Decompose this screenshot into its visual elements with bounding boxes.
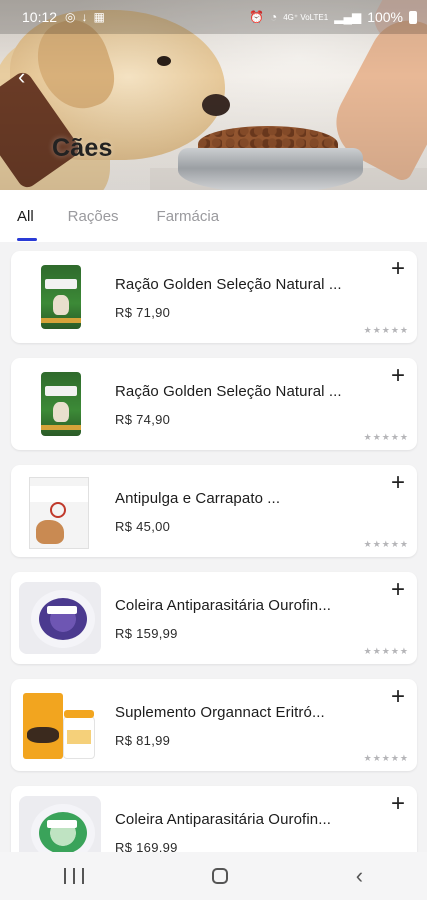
battery-percentage: 100% [367, 9, 403, 25]
rating-stars: ★★★★★ [363, 753, 409, 763]
status-notification-icons: ◎ ↓ ▦ [65, 10, 105, 24]
supplement-box-image [23, 693, 63, 759]
tab-label: Farmácia [156, 207, 220, 225]
tab-racoes[interactable]: Rações [68, 190, 119, 242]
collar-image [19, 796, 101, 852]
product-name: Ração Golden Seleção Natural ... [115, 383, 342, 400]
product-price: R$ 74,90 [115, 412, 171, 427]
add-to-cart-button[interactable]: + [388, 685, 408, 709]
download-icon: ↓ [81, 10, 88, 24]
product-image [17, 366, 103, 442]
plus-icon: + [390, 362, 405, 389]
product-image [17, 687, 103, 763]
tab-label: All [17, 207, 34, 225]
add-to-cart-button[interactable]: + [388, 792, 408, 816]
plus-icon: + [390, 469, 405, 496]
product-card[interactable]: Ração Golden Seleção Natural ... R$ 71,9… [11, 251, 417, 343]
plus-icon: + [390, 683, 405, 710]
product-card[interactable]: Ração Golden Seleção Natural ... R$ 74,9… [11, 358, 417, 450]
rating-stars: ★★★★★ [363, 432, 409, 442]
product-name: Coleira Antiparasitária Ourofin... [115, 811, 331, 828]
product-card[interactable]: Suplemento Organnact Eritró... R$ 81,99 … [11, 679, 417, 771]
product-name: Antipulga e Carrapato ... [115, 490, 281, 507]
product-list[interactable]: Ração Golden Seleção Natural ... R$ 71,9… [0, 242, 427, 852]
rating-stars: ★★★★★ [363, 646, 409, 656]
add-to-cart-button[interactable]: + [388, 364, 408, 388]
alarm-icon: ⏰ [249, 10, 264, 24]
product-image [17, 259, 103, 335]
category-tabs: All Rações Farmácia [0, 190, 427, 242]
dog-food-bag-image [41, 265, 81, 329]
calendar-icon: ▦ [93, 10, 105, 24]
status-bar: 10:12 ◎ ↓ ▦ ⏰ ◔ 4G⁺ VoLTE1 ▂▄▆ 100% [0, 0, 427, 34]
product-name: Ração Golden Seleção Natural ... [115, 276, 342, 293]
page-title: Cães [52, 134, 113, 162]
product-name: Suplemento Organnact Eritró... [115, 704, 325, 721]
add-to-cart-button[interactable]: + [388, 578, 408, 602]
plus-icon: + [390, 576, 405, 603]
tab-active-indicator [17, 238, 37, 241]
product-price: R$ 169,99 [115, 840, 178, 852]
product-price: R$ 71,90 [115, 305, 171, 320]
rating-stars: ★★★★★ [363, 325, 409, 335]
back-button[interactable]: ‹ [18, 66, 40, 88]
chevron-left-icon: ‹ [18, 64, 26, 89]
tab-label: Rações [67, 207, 119, 225]
add-to-cart-button[interactable]: + [388, 471, 408, 495]
plus-icon: + [390, 790, 405, 817]
rating-stars: ★★★★★ [363, 539, 409, 549]
plus-icon: + [390, 255, 405, 282]
product-card[interactable]: Coleira Antiparasitária Ourofin... R$ 16… [11, 786, 417, 852]
add-to-cart-button[interactable]: + [388, 257, 408, 281]
status-time: 10:12 [22, 9, 58, 25]
whatsapp-icon: ◎ [65, 10, 76, 24]
network-labels: 4G⁺ VoLTE1 [283, 12, 329, 22]
wifi-icon: ◔ [269, 10, 278, 24]
collar-image [19, 582, 101, 654]
product-price: R$ 81,99 [115, 733, 171, 748]
system-navigation-bar: ‹ [0, 852, 427, 900]
product-image [17, 794, 103, 852]
signal-icon: ▂▄▆ [334, 10, 362, 24]
back-icon[interactable]: ‹ [356, 865, 363, 887]
product-price: R$ 45,00 [115, 519, 171, 534]
product-card[interactable]: Antipulga e Carrapato ... R$ 45,00 + ★★★… [11, 465, 417, 557]
flea-tick-box-image [29, 477, 89, 549]
product-card[interactable]: Coleira Antiparasitária Ourofin... R$ 15… [11, 572, 417, 664]
supplement-jar-image [63, 710, 95, 759]
screen: 10:12 ◎ ↓ ▦ ⏰ ◔ 4G⁺ VoLTE1 ▂▄▆ 100% ‹ Cã… [0, 0, 427, 900]
product-name: Coleira Antiparasitária Ourofin... [115, 597, 331, 614]
product-image [17, 473, 103, 549]
home-icon[interactable] [211, 868, 228, 884]
dog-food-bag-image [41, 372, 81, 436]
status-system-icons: ⏰ ◔ 4G⁺ VoLTE1 ▂▄▆ 100% [249, 9, 417, 25]
tab-farmacia[interactable]: Farmácia [157, 190, 220, 242]
battery-icon [409, 10, 417, 24]
product-price: R$ 159,99 [115, 626, 178, 641]
tab-all[interactable]: All [17, 190, 37, 242]
recents-icon[interactable] [63, 868, 84, 884]
product-image [17, 580, 103, 656]
